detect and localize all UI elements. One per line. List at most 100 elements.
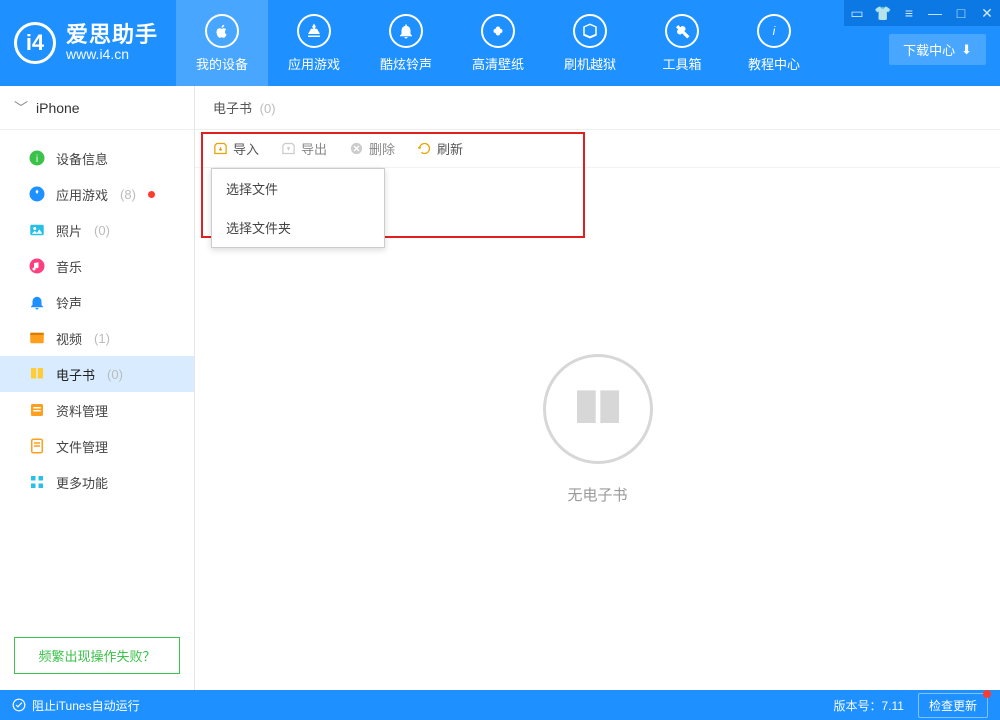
download-center-button[interactable]: 下载中心 ⬇ (889, 34, 986, 65)
maximize-icon[interactable]: □ (948, 5, 974, 21)
sidebar-item-label: 电子书 (56, 365, 95, 384)
sidebar-item-device-info[interactable]: i 设备信息 (0, 140, 194, 176)
bell-icon (389, 14, 423, 48)
data-icon (28, 401, 46, 419)
apple-icon (205, 14, 239, 48)
nav-tutorials[interactable]: i 教程中心 (728, 0, 820, 86)
sidebar-item-label: 视频 (56, 329, 82, 348)
sidebar-item-label: 音乐 (56, 257, 82, 276)
music-icon (28, 257, 46, 275)
info-icon: i (757, 14, 791, 48)
bell-small-icon (28, 293, 46, 311)
empty-text: 无电子书 (567, 484, 627, 505)
tab-bar: 电子书 (0) (195, 86, 1000, 130)
grid-icon (28, 473, 46, 491)
menu-icon[interactable]: ≡ (896, 5, 922, 21)
sidebar-item-photos[interactable]: 照片 (0) (0, 212, 194, 248)
logo-mark-icon: i4 (14, 22, 56, 64)
nav-label: 教程中心 (748, 54, 800, 73)
svg-text:i: i (773, 23, 776, 37)
check-circle-icon (12, 698, 26, 712)
delete-button[interactable]: 删除 (349, 139, 395, 158)
empty-book-icon (543, 354, 653, 464)
skin-icon[interactable]: 👕 (870, 5, 896, 22)
sidebar-item-label: 照片 (56, 221, 82, 240)
dropdown-select-file[interactable]: 选择文件 (212, 169, 384, 208)
chevron-down-icon: ﹀ (14, 98, 28, 118)
block-itunes-label: 阻止iTunes自动运行 (32, 697, 140, 714)
video-icon (28, 329, 46, 347)
import-button[interactable]: 导入 (213, 139, 259, 158)
sidebar-item-label: 设备信息 (56, 149, 108, 168)
nav-label: 工具箱 (663, 54, 702, 73)
nav-my-device[interactable]: 我的设备 (176, 0, 268, 86)
download-center-label: 下载中心 (903, 40, 955, 59)
import-dropdown: 选择文件 选择文件夹 (211, 168, 385, 248)
sidebar-item-file-mgmt[interactable]: 文件管理 (0, 428, 194, 464)
tab-ebooks[interactable]: 电子书 (0) (213, 98, 276, 117)
refresh-label: 刷新 (437, 139, 463, 158)
notification-dot-icon (148, 191, 155, 198)
import-label: 导入 (233, 139, 259, 158)
sidebar-item-count: (8) (120, 187, 136, 202)
help-label: 频繁出现操作失败？ (38, 649, 155, 664)
import-icon (213, 141, 228, 156)
dropdown-select-folder[interactable]: 选择文件夹 (212, 208, 384, 247)
footer: 阻止iTunes自动运行 版本号：7.11 检查更新 (0, 690, 1000, 720)
version-number: 7.11 (882, 699, 904, 713)
dropdown-item-label: 选择文件 (226, 182, 278, 197)
nav-wallpapers[interactable]: 高清壁纸 (452, 0, 544, 86)
export-button[interactable]: 导出 (281, 139, 327, 158)
version: 版本号：7.11 (834, 697, 904, 714)
block-itunes-toggle[interactable]: 阻止iTunes自动运行 (12, 697, 140, 714)
nav-label: 我的设备 (196, 54, 248, 73)
help-button[interactable]: 频繁出现操作失败？ (14, 637, 180, 674)
nav-toolbox[interactable]: 工具箱 (636, 0, 728, 86)
device-selector[interactable]: ﹀ iPhone (0, 86, 194, 130)
minimize-icon[interactable]: — (922, 5, 948, 21)
body: ﹀ iPhone i 设备信息 应用游戏 (8) 照片 (0) 音乐 (0, 86, 1000, 690)
feedback-icon[interactable]: ▭ (844, 5, 870, 22)
top-nav: 我的设备 应用游戏 酷炫铃声 高清壁纸 刷机越狱 工具箱 i 教程中心 (176, 0, 820, 86)
close-icon[interactable]: ✕ (974, 5, 1000, 22)
refresh-button[interactable]: 刷新 (417, 139, 463, 158)
nav-label: 刷机越狱 (564, 54, 616, 73)
sidebar-item-music[interactable]: 音乐 (0, 248, 194, 284)
sidebar-item-count: (1) (94, 331, 110, 346)
sidebar-item-ebooks[interactable]: 电子书 (0) (0, 356, 194, 392)
sidebar-item-label: 应用游戏 (56, 185, 108, 204)
header: i4 爱思助手 www.i4.cn 我的设备 应用游戏 酷炫铃声 高清壁纸 刷机… (0, 0, 1000, 86)
sidebar-item-ringtones[interactable]: 铃声 (0, 284, 194, 320)
nav-ringtones[interactable]: 酷炫铃声 (360, 0, 452, 86)
appstore-icon (297, 14, 331, 48)
info-circle-icon: i (28, 149, 46, 167)
tools-icon (665, 14, 699, 48)
nav-apps[interactable]: 应用游戏 (268, 0, 360, 86)
dropdown-item-label: 选择文件夹 (226, 221, 291, 236)
nav-label: 酷炫铃声 (380, 54, 432, 73)
book-icon (28, 365, 46, 383)
export-label: 导出 (301, 139, 327, 158)
sidebar-item-label: 资料管理 (56, 401, 108, 420)
device-name: iPhone (36, 100, 80, 116)
sidebar-item-data-mgmt[interactable]: 资料管理 (0, 392, 194, 428)
sidebar-item-videos[interactable]: 视频 (1) (0, 320, 194, 356)
sidebar-item-label: 更多功能 (56, 473, 108, 492)
nav-jailbreak[interactable]: 刷机越狱 (544, 0, 636, 86)
tab-label: 电子书 (213, 101, 252, 116)
sidebar-item-more[interactable]: 更多功能 (0, 464, 194, 500)
app-url: www.i4.cn (66, 47, 158, 62)
sidebar-list: i 设备信息 应用游戏 (8) 照片 (0) 音乐 铃声 (0, 130, 194, 637)
sidebar-item-label: 铃声 (56, 293, 82, 312)
logo[interactable]: i4 爱思助手 www.i4.cn (0, 0, 176, 86)
nav-label: 高清壁纸 (472, 54, 524, 73)
file-icon (28, 437, 46, 455)
version-label: 版本号： (834, 699, 882, 713)
sidebar-item-apps[interactable]: 应用游戏 (8) (0, 176, 194, 212)
app-name: 爱思助手 (66, 23, 158, 47)
delete-icon (349, 141, 364, 156)
logo-text: 爱思助手 www.i4.cn (66, 23, 158, 63)
apps-icon (28, 185, 46, 203)
download-icon: ⬇ (961, 42, 972, 58)
check-update-button[interactable]: 检查更新 (918, 693, 988, 718)
